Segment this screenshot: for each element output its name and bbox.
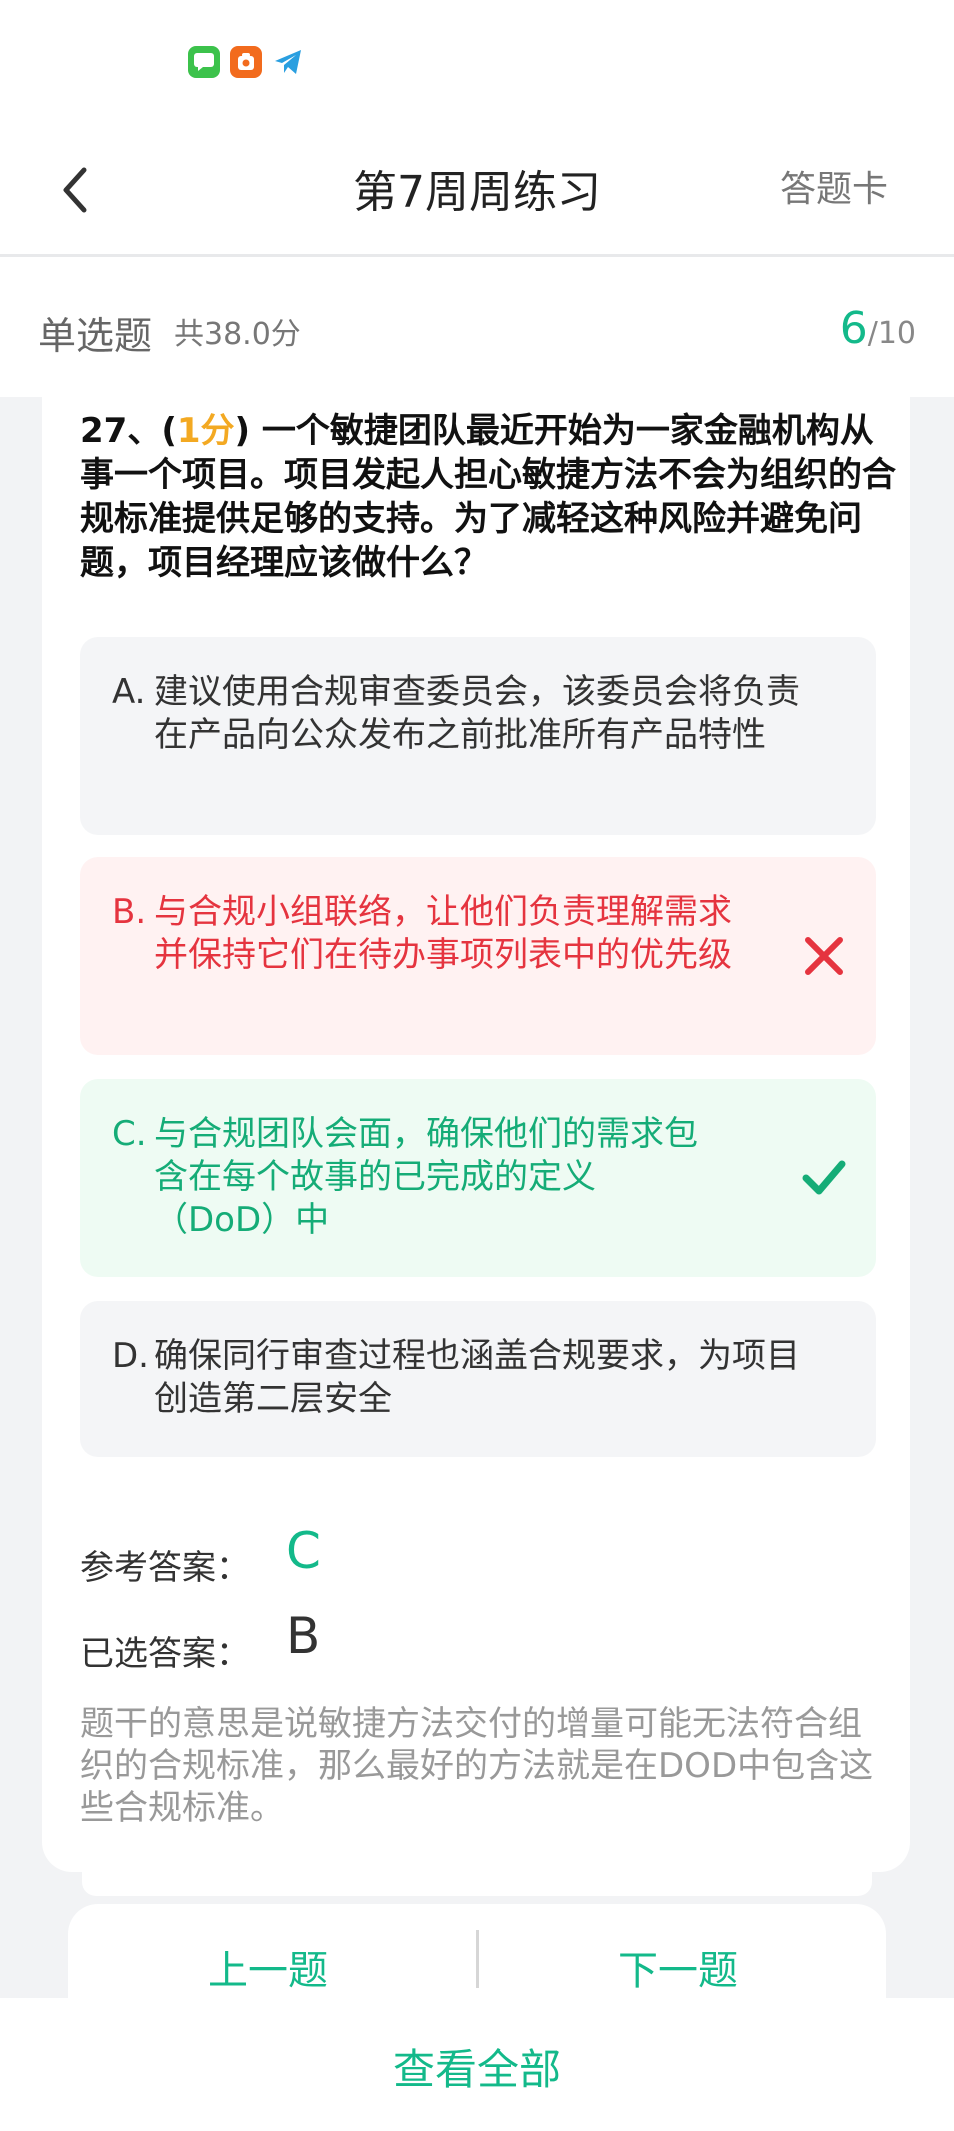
question-points: 1分 [176, 411, 235, 451]
reference-answer-label: 参考答案： [80, 1548, 250, 1588]
option-c[interactable]: C. 与合规团队会面，确保他们的需求包含在每个故事的已完成的定义（DoD）中 [80, 1079, 876, 1277]
option-letter: D. [112, 1336, 149, 1376]
question-progress: 6/10 [840, 303, 916, 354]
wrong-mark-icon [805, 937, 843, 975]
option-b[interactable]: B. 与合规小组联络，让他们负责理解需求并保持它们在待办事项列表中的优先级 [80, 857, 876, 1055]
nav-divider [476, 1930, 479, 1988]
option-letter: A. [112, 672, 146, 712]
selected-answer-value: B [286, 1607, 321, 1665]
selected-answer-label: 已选答案： [80, 1634, 250, 1674]
answer-sheet-button[interactable]: 答题卡 [780, 160, 888, 212]
answer-explanation: 题干的意思是说敏捷方法交付的增量可能无法符合组织的合规标准，那么最好的方法就是在… [80, 1704, 874, 1828]
option-letter: B. [112, 892, 147, 932]
option-text: 确保同行审查过程也涵盖合规要求，为项目创造第二层安全 [154, 1336, 800, 1419]
reference-answer-value: C [286, 1522, 321, 1580]
section-score: 共38.0分 [174, 317, 301, 352]
view-all-button[interactable]: 查看全部 [0, 2036, 954, 2097]
correct-check-icon [802, 1160, 846, 1195]
telegram-icon [272, 46, 304, 78]
question-card: 27、(1分) 一个敏捷团队最近开始为一家金融机构从事一个项目。项目发起人担心敏… [42, 397, 910, 1872]
footer-bar: 查看全部 [0, 1998, 954, 2131]
next-question-button[interactable]: 下一题 [618, 1938, 738, 1996]
notification-icons [188, 46, 304, 78]
card-stack-edge [82, 1872, 872, 1896]
option-text: 与合规团队会面，确保他们的需求包含在每个故事的已完成的定义（DoD）中 [154, 1114, 698, 1240]
progress-total: /10 [867, 316, 916, 351]
status-bar [0, 0, 954, 120]
question-number: 27、( [80, 411, 177, 451]
option-a[interactable]: A. 建议使用合规审查委员会，该委员会将负责在产品向公众发布之前批准所有产品特性 [80, 637, 876, 835]
messages-icon [188, 46, 220, 78]
option-text: 与合规小组联络，让他们负责理解需求并保持它们在待办事项列表中的优先级 [154, 892, 732, 975]
option-d[interactable]: D. 确保同行审查过程也涵盖合规要求，为项目创造第二层安全 [80, 1301, 876, 1457]
section-header: 单选题 共38.0分 6/10 [0, 257, 954, 397]
header-bar: 第7周周练习 答题卡 [0, 120, 954, 257]
prev-question-button[interactable]: 上一题 [208, 1938, 328, 1996]
question-type-label: 单选题 [38, 314, 153, 358]
app-icon [230, 46, 262, 78]
option-letter: C. [112, 1114, 147, 1154]
progress-current: 6 [839, 303, 868, 354]
option-text: 建议使用合规审查委员会，该委员会将负责在产品向公众发布之前批准所有产品特性 [154, 672, 800, 755]
question-stem: 27、(1分) 一个敏捷团队最近开始为一家金融机构从事一个项目。项目发起人担心敏… [80, 409, 900, 585]
